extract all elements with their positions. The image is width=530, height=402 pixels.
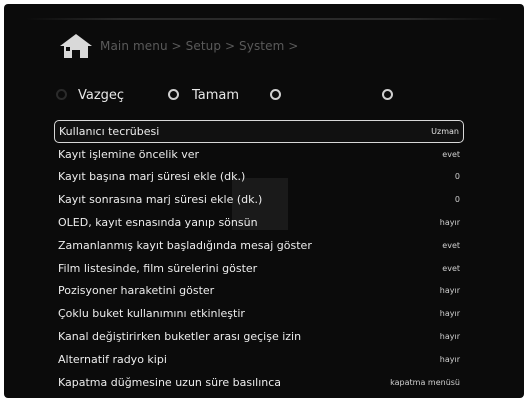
setting-row-movie-length[interactable]: Film listesinde, film sürelerini göster … [54, 257, 464, 280]
setting-label: Kanal değiştirirken buketler arası geçiş… [58, 330, 302, 344]
color-button-bar: Vazgeç Tamam [56, 86, 496, 106]
setting-label: Alternatif radyo kipi [58, 352, 167, 366]
setting-label: OLED, kayıt esnasında yanıp sönsün [58, 216, 258, 230]
setting-value: 0 [454, 172, 460, 182]
ok-button[interactable]: Tamam [192, 88, 239, 103]
setting-value: hayır [439, 332, 460, 342]
setting-label: Film listesinde, film sürelerini göster [58, 261, 258, 275]
setting-row-margin-after[interactable]: Kayıt sonrasına marj süresi ekle (dk.) 0 [54, 188, 464, 211]
breadcrumb: Main menu > Setup > System > [100, 39, 299, 53]
setting-label: Çoklu buket kullanımını etkinleştir [58, 307, 245, 321]
setting-value: 0 [454, 195, 460, 205]
setting-row-timer-message[interactable]: Zamanlanmış kayıt başladığında mesaj gös… [54, 234, 464, 257]
setting-label: Kayıt sonrasına marj süresi ekle (dk.) [58, 193, 263, 207]
yellow-button-icon[interactable] [270, 89, 281, 100]
setting-row-margin-before[interactable]: Kayıt başına marj süresi ekle (dk.) 0 [54, 166, 464, 189]
tv-screen: Main menu > Setup > System > Vazgeç Tama… [4, 4, 524, 398]
setting-value: Uzman [431, 126, 459, 136]
setting-value: hayır [439, 354, 460, 364]
setting-label: Kullanıcı tecrübesi [59, 124, 160, 138]
home-icon [60, 34, 92, 58]
setting-row-user-experience[interactable]: Kullanıcı tecrübesi Uzman [54, 120, 464, 143]
setting-value: hayır [439, 218, 460, 228]
setting-row-multi-bouquet[interactable]: Çoklu buket kullanımını etkinleştir hayı… [54, 302, 464, 325]
setting-value: evet [442, 263, 460, 273]
setting-value: hayır [439, 309, 460, 319]
top-divider [26, 18, 502, 20]
setting-value: evet [442, 149, 460, 159]
red-button-icon[interactable] [56, 89, 67, 100]
setting-label: Kayıt başına marj süresi ekle (dk.) [58, 170, 246, 184]
setting-label: Kayıt işlemine öncelik ver [58, 147, 200, 161]
setting-row-oled-blink[interactable]: OLED, kayıt esnasında yanıp sönsün hayır [54, 211, 464, 234]
setting-row-radio-mode[interactable]: Alternatif radyo kipi hayır [54, 348, 464, 371]
setting-value: hayır [439, 286, 460, 296]
settings-list: Kullanıcı tecrübesi Uzman Kayıt işlemine… [54, 120, 464, 394]
setting-row-positioner-movement[interactable]: Pozisyoner haraketini göster hayır [54, 280, 464, 303]
header: Main menu > Setup > System > [58, 30, 298, 62]
setting-row-record-priority[interactable]: Kayıt işlemine öncelik ver evet [54, 143, 464, 166]
setting-label: Pozisyoner haraketini göster [58, 284, 215, 298]
setting-label: Kapatma düğmesine uzun süre basılınca [58, 375, 282, 389]
blue-button-icon[interactable] [382, 89, 393, 100]
setting-value: evet [442, 240, 460, 250]
cancel-button[interactable]: Vazgeç [78, 88, 124, 103]
green-button-icon[interactable] [168, 89, 179, 100]
setting-value: kapatma menüsü [390, 377, 460, 387]
setting-label: Zamanlanmış kayıt başladığında mesaj gös… [58, 238, 312, 252]
setting-row-bouquet-switch[interactable]: Kanal değiştirirken buketler arası geçiş… [54, 325, 464, 348]
setting-row-power-long-press[interactable]: Kapatma düğmesine uzun süre basılınca ka… [54, 371, 464, 394]
